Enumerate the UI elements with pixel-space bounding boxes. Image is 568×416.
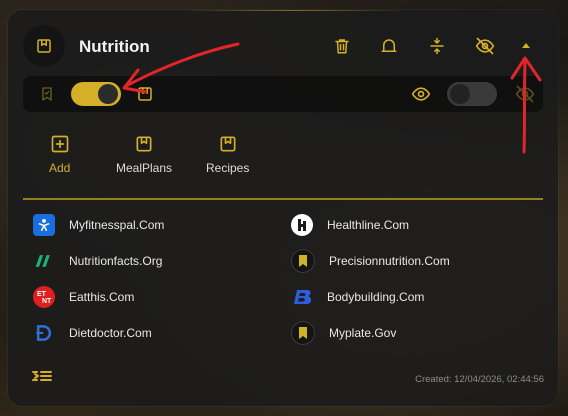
bookmark-icon <box>35 37 53 55</box>
caret-up-icon <box>520 40 532 52</box>
link-nutritionfacts[interactable]: Nutritionfacts.Org <box>33 250 162 272</box>
toggle-switch-visibility[interactable] <box>447 82 497 106</box>
add-label: Add <box>49 161 71 175</box>
avatar[interactable] <box>23 25 65 67</box>
toggle-knob <box>98 84 118 104</box>
toolbar <box>23 76 543 112</box>
bookmark-check-icon[interactable] <box>37 84 57 104</box>
link-dietdoctor[interactable]: Dietdoctor.Com <box>33 322 152 344</box>
recipes-button[interactable]: Recipes <box>206 134 249 184</box>
link-label: Precisionnutrition.Com <box>329 254 450 268</box>
dietdoctor-icon <box>33 322 55 344</box>
delete-button[interactable] <box>331 35 353 57</box>
indent-list-icon[interactable] <box>32 369 54 387</box>
collapse-button[interactable] <box>515 35 537 57</box>
page-title: Nutrition <box>79 37 150 56</box>
add-button[interactable]: Add <box>49 134 70 184</box>
link-label: Nutritionfacts.Org <box>69 254 163 268</box>
link-eatthis[interactable]: ET NT Eatthis.Com <box>33 286 134 308</box>
trash-icon <box>333 37 351 55</box>
compress-icon <box>428 37 446 55</box>
bookmark-icon[interactable] <box>135 84 155 104</box>
bookmark-icon <box>134 134 154 154</box>
myfitnesspal-icon <box>33 214 55 236</box>
link-label: Myplate.Gov <box>329 326 397 340</box>
bookmark-icon <box>218 134 238 154</box>
svg-text:NT: NT <box>42 298 52 305</box>
svg-text:ET: ET <box>37 291 47 298</box>
healthline-icon <box>291 214 313 236</box>
recipes-label: Recipes <box>206 161 250 175</box>
plus-square-icon <box>50 134 70 154</box>
link-label: Dietdoctor.Com <box>69 326 152 340</box>
toggle-knob <box>450 84 470 104</box>
eatthis-icon: ET NT <box>33 286 55 308</box>
link-label: Healthline.Com <box>327 218 410 232</box>
bell-icon <box>380 37 398 55</box>
eye-off-icon[interactable] <box>515 84 535 104</box>
link-label: Eatthis.Com <box>69 290 135 304</box>
compress-button[interactable] <box>426 35 448 57</box>
toggle-switch-primary[interactable] <box>71 82 121 106</box>
link-myplate[interactable]: Myplate.Gov <box>291 321 397 345</box>
bodybuilding-icon <box>291 286 313 308</box>
link-bodybuilding[interactable]: Bodybuilding.Com <box>291 286 424 308</box>
nutrition-panel: Nutrition Add MealPlans Recipes Myfitnes… <box>8 10 558 406</box>
nutritionfacts-icon <box>33 250 55 272</box>
link-precisionnutrition[interactable]: Precisionnutrition.Com <box>291 249 450 273</box>
link-myfitnesspal[interactable]: Myfitnesspal.Com <box>33 214 164 236</box>
mealplans-label: MealPlans <box>116 161 173 175</box>
hide-button[interactable] <box>474 35 496 57</box>
eye-off-icon <box>475 36 495 56</box>
bookmark-icon <box>291 249 315 273</box>
mealplans-button[interactable]: MealPlans <box>116 134 172 184</box>
bookmark-icon <box>291 321 315 345</box>
link-healthline[interactable]: Healthline.Com <box>291 214 409 236</box>
created-timestamp: Created: 12/04/2026, 02:44:56 <box>415 374 544 385</box>
link-label: Bodybuilding.Com <box>327 290 425 304</box>
divider <box>23 198 543 200</box>
link-label: Myfitnesspal.Com <box>69 218 165 232</box>
eye-icon[interactable] <box>411 84 431 104</box>
notify-button[interactable] <box>378 35 400 57</box>
